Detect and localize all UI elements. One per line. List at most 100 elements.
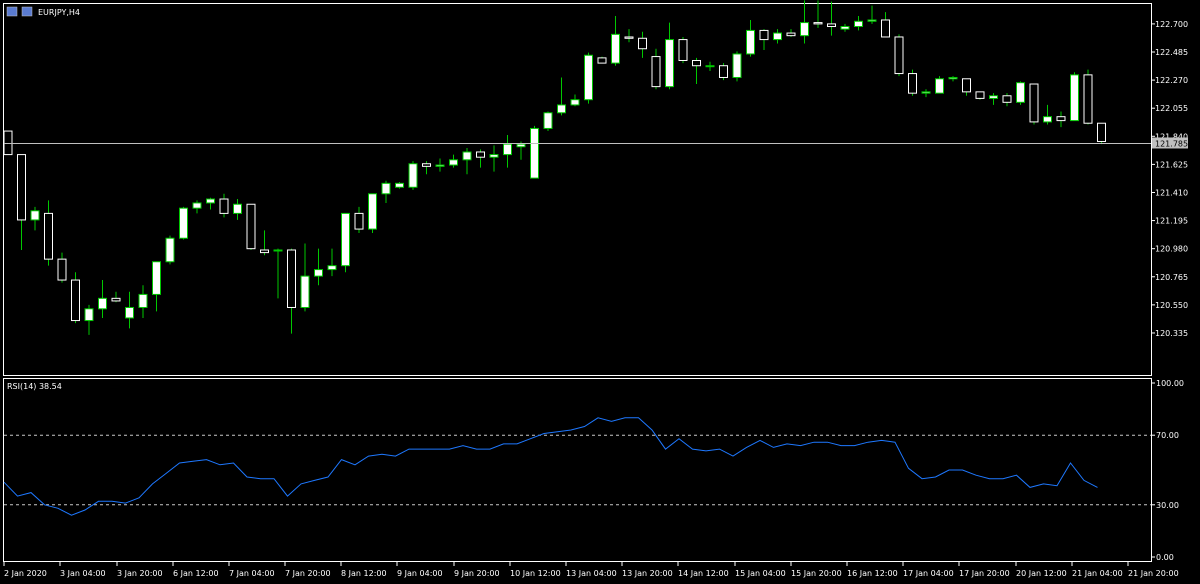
candle-bear bbox=[1083, 74, 1093, 124]
candle-bull bbox=[395, 182, 404, 188]
price-tick-label: 121.625 bbox=[1155, 160, 1188, 169]
candle-bull bbox=[543, 112, 553, 129]
time-tick-label: 7 Jan 20:00 bbox=[285, 569, 331, 578]
candle-bear bbox=[476, 151, 485, 158]
candle-bear bbox=[219, 198, 229, 214]
candle-bear bbox=[759, 29, 769, 41]
price-tick-label: 120.980 bbox=[1155, 245, 1188, 254]
candle-bull bbox=[989, 95, 998, 99]
price-tick-label: 122.270 bbox=[1155, 76, 1188, 85]
time-axis: 2 Jan 2020 3 Jan 04:00 3 Jan 20:00 6 Jan 12… bbox=[3, 562, 1179, 578]
candle-bull bbox=[84, 308, 94, 322]
candle-bull bbox=[192, 202, 202, 209]
candle-bear bbox=[1002, 95, 1012, 103]
candle-bull bbox=[327, 265, 337, 271]
time-tick-label: 15 Jan 20:00 bbox=[791, 569, 842, 578]
candle-bull bbox=[948, 76, 958, 80]
candle-bear bbox=[111, 297, 121, 302]
candle-bear bbox=[908, 73, 917, 94]
price-tick-label: 120.765 bbox=[1155, 273, 1188, 282]
candle-bear bbox=[1097, 122, 1106, 143]
candle-bull bbox=[1070, 74, 1079, 122]
rsi-pane-frame bbox=[3, 378, 1152, 562]
time-tick-label: 13 Jan 20:00 bbox=[622, 569, 673, 578]
price-pane: EURJPY,H4 122.915 122.700 122.485 122.270 12… bbox=[3, 0, 1188, 376]
price-tick-label: 122.055 bbox=[1155, 104, 1188, 113]
candle-bear bbox=[57, 258, 67, 281]
candle-bull bbox=[867, 19, 877, 22]
candle-bear bbox=[881, 19, 890, 38]
time-tick-label: 15 Jan 04:00 bbox=[735, 569, 786, 578]
candle-bull bbox=[921, 91, 931, 94]
price-tick-label: 121.410 bbox=[1155, 188, 1188, 197]
candle-bull bbox=[840, 26, 850, 30]
time-tick-label: 13 Jan 04:00 bbox=[566, 569, 617, 578]
candle-bear bbox=[246, 203, 256, 250]
candle-bear bbox=[624, 36, 634, 39]
candle-bull bbox=[570, 99, 580, 106]
time-tick-label: 2 Jan 2020 bbox=[4, 569, 47, 578]
rsi-axis: 100.00 70.00 30.00 0.00 bbox=[1151, 379, 1184, 562]
rsi-pane: RSI(14) 38.54 100.00 70.00 30.00 0.00 bbox=[3, 378, 1184, 562]
candle-bull bbox=[449, 159, 458, 166]
price-pane-frame bbox=[3, 3, 1152, 376]
time-tick-label: 21 Jan 20:00 bbox=[1128, 569, 1179, 578]
time-tick-label: 20 Jan 12:00 bbox=[1016, 569, 1067, 578]
rsi-levels bbox=[4, 434, 1151, 506]
time-tick-label: 6 Jan 12:00 bbox=[173, 569, 219, 578]
candle-bull bbox=[1043, 116, 1052, 123]
time-tick-label: 10 Jan 12:00 bbox=[510, 569, 561, 578]
candle-bear bbox=[827, 23, 836, 28]
candle-bull bbox=[152, 261, 161, 295]
candle-bull bbox=[665, 39, 674, 88]
candle-bull bbox=[435, 164, 445, 167]
price-tick-label: 122.700 bbox=[1155, 20, 1188, 29]
candle-bear bbox=[975, 91, 985, 99]
price-tick-label: 120.550 bbox=[1155, 301, 1188, 310]
rsi-label: RSI(14) 38.54 bbox=[7, 382, 62, 391]
price-tick-label: 122.915 bbox=[1155, 0, 1188, 1]
candle-bear bbox=[422, 163, 431, 167]
time-tick-label: 3 Jan 04:00 bbox=[60, 569, 106, 578]
time-tick-label: 7 Jan 04:00 bbox=[229, 569, 275, 578]
candle-bull bbox=[705, 65, 715, 68]
time-tick-label: 21 Jan 04:00 bbox=[1072, 569, 1123, 578]
candle-bear bbox=[260, 249, 269, 254]
candle-bear bbox=[1056, 116, 1066, 122]
candle-bull bbox=[314, 269, 323, 277]
rsi-tick-label: 30.00 bbox=[1156, 501, 1179, 510]
current-price-tag: 121.785 bbox=[1152, 137, 1188, 149]
candle-bear bbox=[692, 59, 701, 67]
candle-bear bbox=[638, 37, 647, 50]
candle-bear bbox=[813, 22, 823, 25]
candle-bull bbox=[611, 33, 620, 64]
candle-bull bbox=[584, 54, 593, 101]
candle-bull bbox=[165, 237, 175, 263]
candle-bear bbox=[354, 212, 364, 230]
chart-canvas: EURJPY,H4 122.915 122.700 122.485 122.270 12… bbox=[3, 0, 1188, 578]
candle-bull bbox=[1016, 82, 1025, 103]
time-tick-label: 9 Jan 04:00 bbox=[397, 569, 443, 578]
candle-bear bbox=[17, 154, 26, 221]
candle-bear bbox=[651, 56, 661, 88]
candle-bull bbox=[516, 143, 526, 148]
candle-bear bbox=[3, 130, 13, 156]
price-tick-label: 120.335 bbox=[1155, 329, 1188, 338]
candle-bear bbox=[678, 39, 688, 61]
candle-bull bbox=[341, 212, 350, 267]
candle-bull bbox=[732, 53, 742, 78]
candle-bull bbox=[125, 306, 134, 319]
rsi-tick-label: 0.00 bbox=[1156, 553, 1174, 562]
candle-bull bbox=[273, 249, 283, 252]
candle-bull bbox=[773, 32, 782, 41]
candles-group bbox=[3, 0, 1106, 335]
candle-bull bbox=[408, 163, 418, 188]
candle-bear bbox=[287, 249, 296, 308]
candle-bull bbox=[557, 104, 566, 114]
time-tick-label: 14 Jan 12:00 bbox=[678, 569, 729, 578]
candle-bull bbox=[206, 198, 215, 204]
candle-bear bbox=[719, 65, 728, 78]
time-tick-label: 17 Jan 04:00 bbox=[903, 569, 954, 578]
time-tick-label: 3 Jan 20:00 bbox=[117, 569, 163, 578]
symbol-icon bbox=[6, 6, 33, 17]
